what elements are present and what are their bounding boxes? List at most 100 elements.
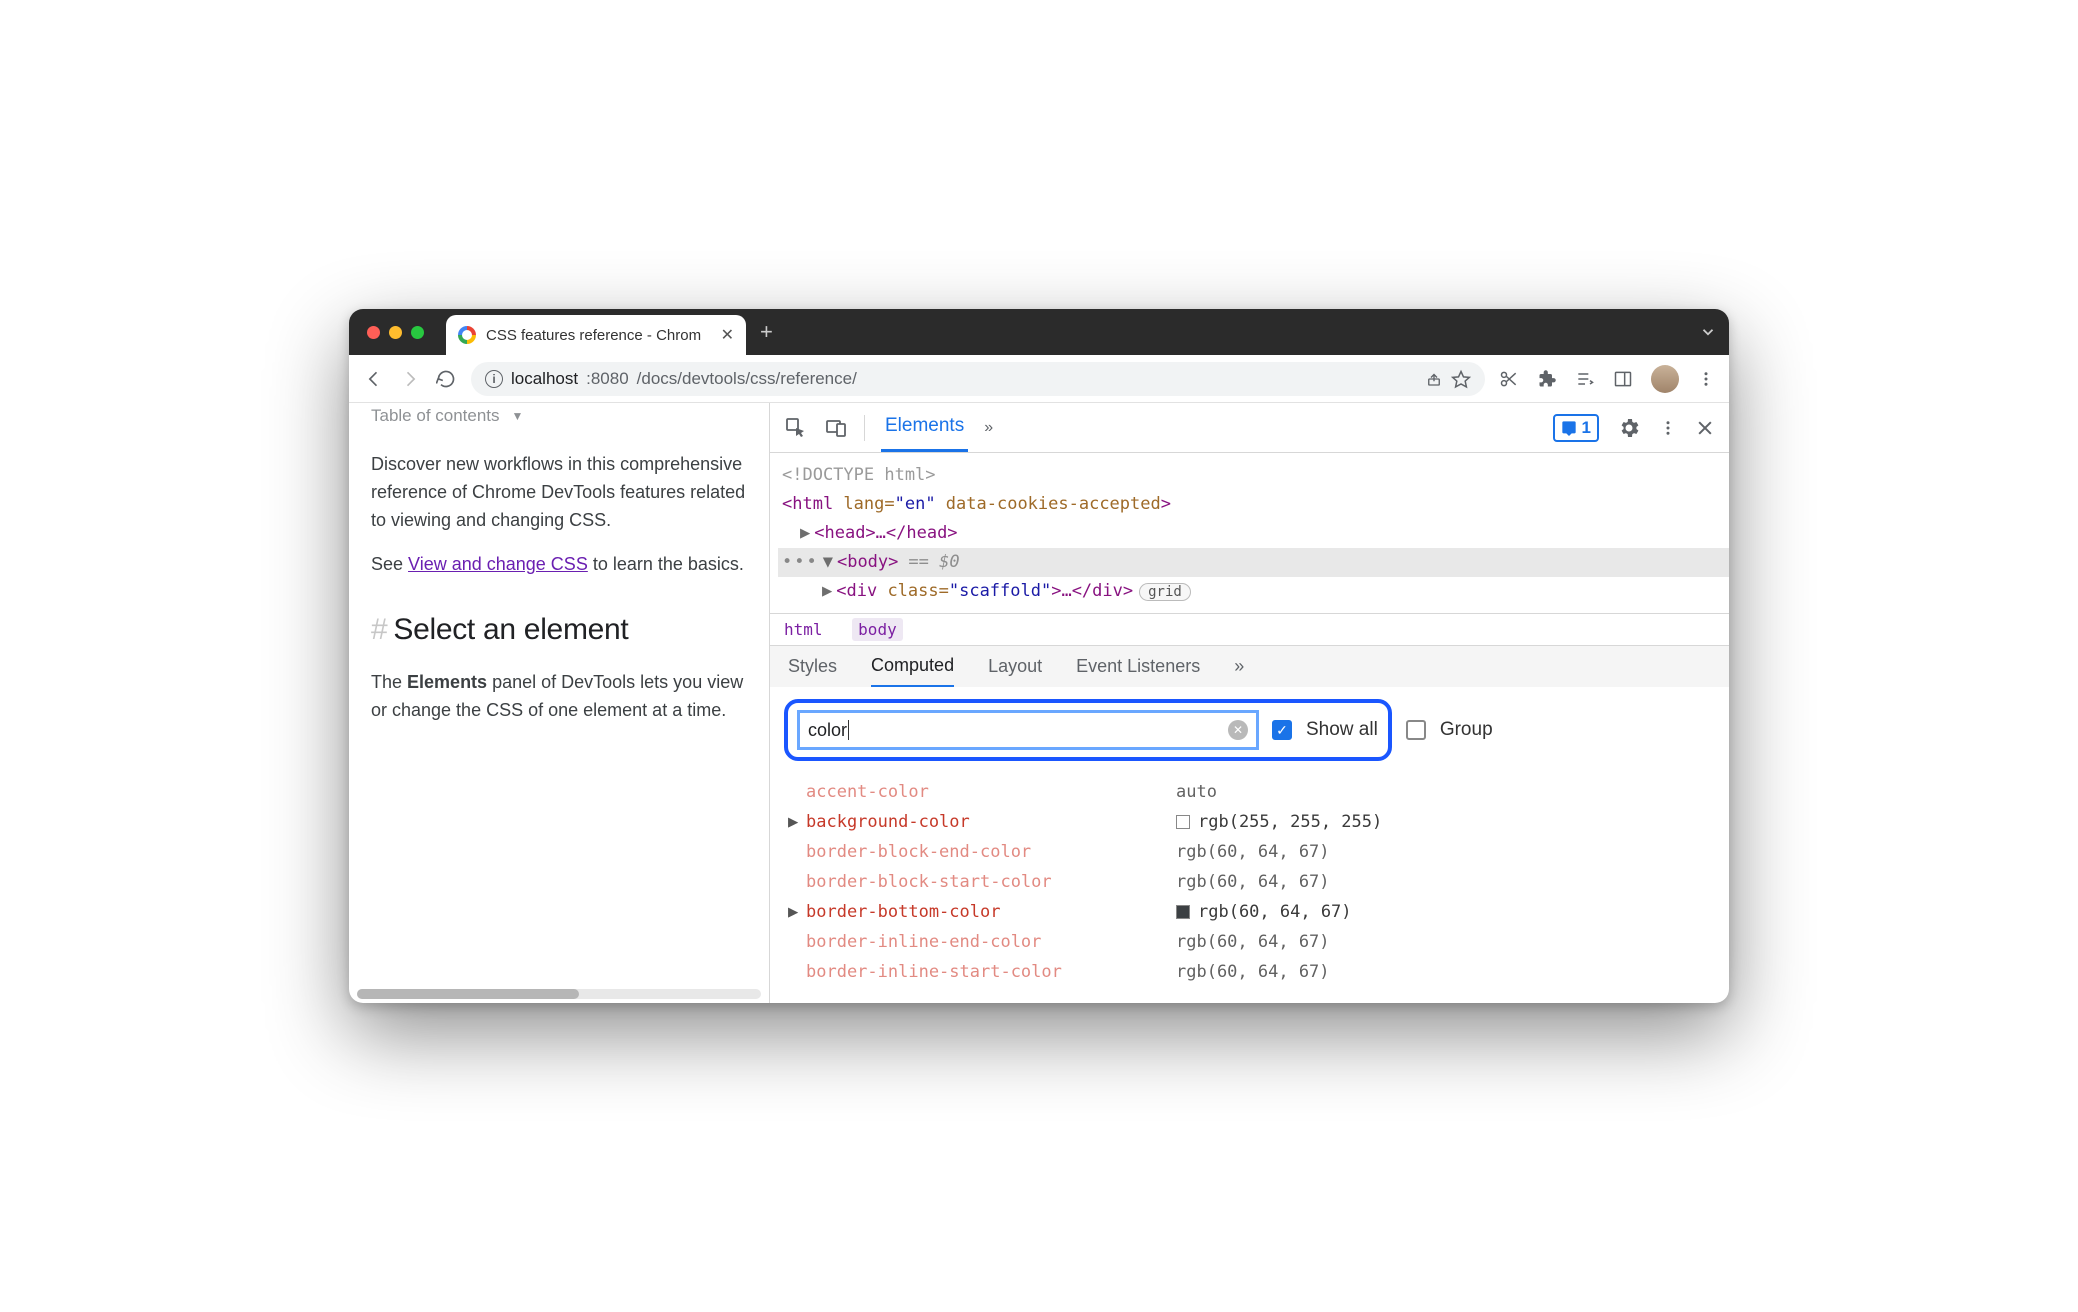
more-tabs-button[interactable]: » (1234, 656, 1244, 677)
ellipsis-icon[interactable]: ••• (782, 548, 819, 577)
computed-filter-bar: color ✕ ✓ Show all Group (770, 687, 1729, 773)
toc-label: Table of contents (371, 403, 500, 429)
settings-gear-icon[interactable] (1617, 416, 1641, 440)
expand-triangle-icon[interactable]: ▶ (788, 812, 806, 832)
minimize-window-button[interactable] (389, 326, 402, 339)
property-name: background-color (806, 812, 1176, 832)
tab-event-listeners[interactable]: Event Listeners (1076, 656, 1200, 677)
reload-button[interactable] (435, 369, 457, 389)
computed-property-row[interactable]: border-inline-end-colorrgb(60, 64, 67) (788, 927, 1729, 957)
elements-paragraph: The Elements panel of DevTools lets you … (371, 669, 747, 725)
hash-icon: # (371, 613, 387, 646)
property-name: border-inline-end-color (806, 932, 1176, 952)
div-scaffold-node[interactable]: ▶<div class="scaffold">…</div>grid (778, 577, 1729, 606)
color-swatch[interactable] (1176, 905, 1190, 919)
tab-strip: CSS features reference - Chrom ✕ + (349, 309, 1729, 355)
expand-triangle-icon[interactable]: ▶ (788, 902, 806, 922)
computed-property-row[interactable]: border-block-start-colorrgb(60, 64, 67) (788, 867, 1729, 897)
address-bar: i localhost:8080/docs/devtools/css/refer… (349, 355, 1729, 403)
panel-tab-elements[interactable]: Elements (881, 403, 968, 452)
content-area: Table of contents ▼ Discover new workflo… (349, 403, 1729, 1003)
filter-input-value: color (808, 720, 847, 741)
doctype-node[interactable]: <!DOCTYPE html> (778, 461, 1729, 490)
dom-tree[interactable]: <!DOCTYPE html> <html lang="en" data-coo… (770, 453, 1729, 613)
new-tab-button[interactable]: + (760, 319, 773, 345)
breadcrumb-body[interactable]: body (852, 618, 903, 641)
computed-property-row[interactable]: ▶background-color rgb(255, 255, 255) (788, 807, 1729, 837)
side-panel-icon[interactable] (1613, 369, 1633, 389)
filter-highlight: color ✕ ✓ Show all (784, 699, 1392, 761)
computed-property-row[interactable]: ▶border-bottom-colorrgb(60, 64, 67) (788, 897, 1729, 927)
bookmark-star-icon[interactable] (1451, 369, 1471, 389)
close-window-button[interactable] (367, 326, 380, 339)
horizontal-scrollbar[interactable] (357, 989, 761, 999)
close-devtools-button[interactable] (1695, 418, 1715, 438)
tab-title: CSS features reference - Chrom (486, 327, 701, 344)
url-box[interactable]: i localhost:8080/docs/devtools/css/refer… (471, 362, 1485, 396)
computed-property-row[interactable]: border-block-end-colorrgb(60, 64, 67) (788, 837, 1729, 867)
forward-button[interactable] (399, 369, 421, 389)
tabs-dropdown-button[interactable] (1699, 323, 1717, 341)
browser-window: CSS features reference - Chrom ✕ + i loc… (349, 309, 1729, 1003)
property-value: rgb(255, 255, 255) (1198, 812, 1382, 832)
chevron-down-icon: ▼ (512, 407, 524, 426)
color-swatch[interactable] (1176, 815, 1190, 829)
zoom-window-button[interactable] (411, 326, 424, 339)
clear-filter-button[interactable]: ✕ (1228, 720, 1248, 740)
tab-layout[interactable]: Layout (988, 656, 1042, 677)
property-name: border-inline-start-color (806, 962, 1176, 982)
more-panels-button[interactable]: » (984, 419, 993, 437)
grid-badge[interactable]: grid (1139, 583, 1191, 601)
window-controls (367, 326, 424, 339)
devtools-toolbar: Elements » 1 (770, 403, 1729, 453)
tab-styles[interactable]: Styles (788, 656, 837, 677)
show-all-label: Show all (1306, 719, 1378, 741)
close-tab-button[interactable]: ✕ (721, 325, 734, 345)
html-node[interactable]: <html lang="en" data-cookies-accepted> (778, 490, 1729, 519)
share-icon[interactable] (1425, 370, 1443, 388)
url-path: /docs/devtools/css/reference/ (637, 369, 857, 389)
device-toolbar-icon[interactable] (824, 416, 848, 440)
body-node-selected[interactable]: •••▼<body>== $0 (778, 548, 1729, 577)
head-node[interactable]: ▶<head>…</head> (778, 519, 1729, 548)
body-prefix: The (371, 672, 407, 692)
devtools-menu-button[interactable] (1659, 416, 1677, 440)
property-value: rgb(60, 64, 67) (1176, 932, 1330, 952)
extensions-icon[interactable] (1537, 369, 1557, 389)
breadcrumb-html[interactable]: html (784, 620, 823, 639)
styles-tabbar: Styles Computed Layout Event Listeners » (770, 645, 1729, 687)
site-info-icon[interactable]: i (485, 370, 503, 388)
scissors-icon[interactable] (1499, 369, 1519, 389)
expand-triangle-icon[interactable]: ▶ (800, 523, 810, 543)
view-change-css-link[interactable]: View and change CSS (408, 554, 588, 574)
section-heading: #Select an element (371, 607, 747, 654)
tab-computed[interactable]: Computed (871, 646, 954, 688)
heading-text: Select an element (393, 613, 628, 646)
issues-count: 1 (1582, 418, 1591, 438)
property-value: rgb(60, 64, 67) (1176, 872, 1330, 892)
browser-tab[interactable]: CSS features reference - Chrom ✕ (446, 315, 746, 355)
group-checkbox[interactable] (1406, 720, 1426, 740)
issues-badge[interactable]: 1 (1553, 414, 1599, 442)
computed-properties-list[interactable]: accent-colorauto▶background-colorrgb(255… (770, 773, 1729, 1003)
url-host: localhost (511, 369, 578, 389)
filter-input[interactable]: color ✕ (798, 711, 1258, 749)
expand-triangle-icon[interactable]: ▶ (822, 581, 832, 601)
inspect-element-icon[interactable] (784, 416, 808, 440)
webpage-pane: Table of contents ▼ Discover new workflo… (349, 403, 769, 1003)
back-button[interactable] (363, 369, 385, 389)
chrome-menu-button[interactable] (1697, 370, 1715, 388)
collapse-triangle-icon[interactable]: ▼ (823, 548, 833, 577)
reading-list-icon[interactable] (1575, 369, 1595, 389)
profile-avatar[interactable] (1651, 365, 1679, 393)
body-bold: Elements (407, 672, 487, 692)
show-all-checkbox[interactable]: ✓ (1272, 720, 1292, 740)
computed-property-row[interactable]: border-inline-start-colorrgb(60, 64, 67) (788, 957, 1729, 987)
property-name: accent-color (806, 782, 1176, 802)
toc-toggle[interactable]: Table of contents ▼ (371, 403, 747, 429)
property-value: auto (1176, 782, 1217, 802)
favicon-chrome-icon (458, 326, 476, 344)
computed-property-row[interactable]: accent-colorauto (788, 777, 1729, 807)
see-paragraph: See View and change CSS to learn the bas… (371, 551, 747, 579)
property-name: border-block-end-color (806, 842, 1176, 862)
